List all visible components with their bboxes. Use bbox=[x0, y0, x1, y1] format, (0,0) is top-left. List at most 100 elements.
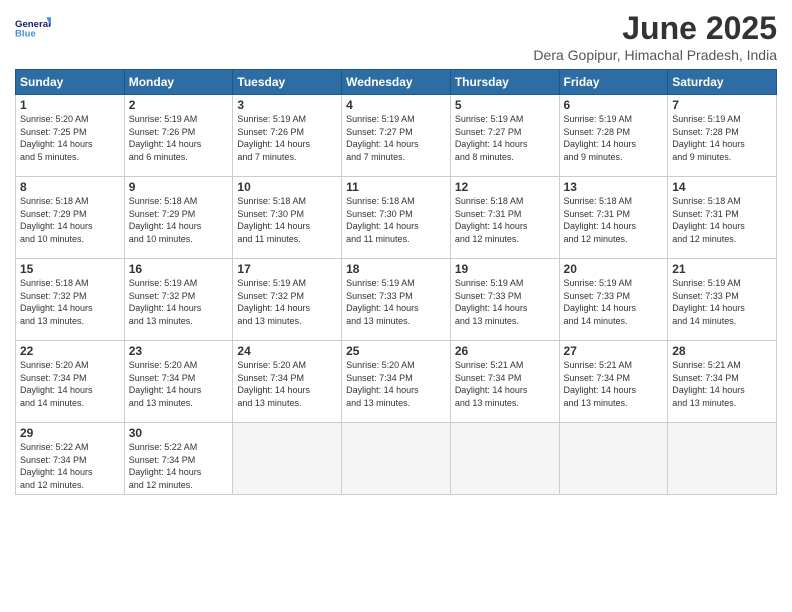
day-info: Sunrise: 5:18 AMSunset: 7:32 PMDaylight:… bbox=[20, 277, 120, 327]
calendar-cell: 10Sunrise: 5:18 AMSunset: 7:30 PMDayligh… bbox=[233, 177, 342, 259]
day-info: Sunrise: 5:19 AMSunset: 7:33 PMDaylight:… bbox=[564, 277, 664, 327]
day-number: 4 bbox=[346, 98, 446, 112]
logo: General Blue bbox=[15, 10, 51, 46]
day-number: 14 bbox=[672, 180, 772, 194]
day-info: Sunrise: 5:19 AMSunset: 7:33 PMDaylight:… bbox=[672, 277, 772, 327]
day-info: Sunrise: 5:19 AMSunset: 7:32 PMDaylight:… bbox=[237, 277, 337, 327]
day-number: 18 bbox=[346, 262, 446, 276]
calendar-cell bbox=[559, 423, 668, 495]
day-number: 17 bbox=[237, 262, 337, 276]
day-info: Sunrise: 5:20 AMSunset: 7:34 PMDaylight:… bbox=[346, 359, 446, 409]
calendar-subtitle: Dera Gopipur, Himachal Pradesh, India bbox=[533, 47, 777, 63]
calendar-cell: 3Sunrise: 5:19 AMSunset: 7:26 PMDaylight… bbox=[233, 95, 342, 177]
calendar-cell: 20Sunrise: 5:19 AMSunset: 7:33 PMDayligh… bbox=[559, 259, 668, 341]
day-number: 24 bbox=[237, 344, 337, 358]
calendar-cell: 23Sunrise: 5:20 AMSunset: 7:34 PMDayligh… bbox=[124, 341, 233, 423]
day-number: 26 bbox=[455, 344, 555, 358]
day-info: Sunrise: 5:18 AMSunset: 7:31 PMDaylight:… bbox=[455, 195, 555, 245]
calendar-cell: 4Sunrise: 5:19 AMSunset: 7:27 PMDaylight… bbox=[342, 95, 451, 177]
calendar-cell: 2Sunrise: 5:19 AMSunset: 7:26 PMDaylight… bbox=[124, 95, 233, 177]
day-info: Sunrise: 5:21 AMSunset: 7:34 PMDaylight:… bbox=[672, 359, 772, 409]
day-number: 8 bbox=[20, 180, 120, 194]
weekday-header: Monday bbox=[124, 70, 233, 95]
calendar-cell: 13Sunrise: 5:18 AMSunset: 7:31 PMDayligh… bbox=[559, 177, 668, 259]
calendar-week-row: 22Sunrise: 5:20 AMSunset: 7:34 PMDayligh… bbox=[16, 341, 777, 423]
calendar-week-row: 29Sunrise: 5:22 AMSunset: 7:34 PMDayligh… bbox=[16, 423, 777, 495]
calendar-cell: 19Sunrise: 5:19 AMSunset: 7:33 PMDayligh… bbox=[450, 259, 559, 341]
day-number: 12 bbox=[455, 180, 555, 194]
calendar-cell: 7Sunrise: 5:19 AMSunset: 7:28 PMDaylight… bbox=[668, 95, 777, 177]
calendar-cell: 14Sunrise: 5:18 AMSunset: 7:31 PMDayligh… bbox=[668, 177, 777, 259]
day-info: Sunrise: 5:20 AMSunset: 7:34 PMDaylight:… bbox=[20, 359, 120, 409]
page: General Blue June 2025 Dera Gopipur, Him… bbox=[0, 0, 792, 612]
day-number: 23 bbox=[129, 344, 229, 358]
day-number: 9 bbox=[129, 180, 229, 194]
calendar-cell: 9Sunrise: 5:18 AMSunset: 7:29 PMDaylight… bbox=[124, 177, 233, 259]
calendar-week-row: 8Sunrise: 5:18 AMSunset: 7:29 PMDaylight… bbox=[16, 177, 777, 259]
day-info: Sunrise: 5:18 AMSunset: 7:29 PMDaylight:… bbox=[20, 195, 120, 245]
day-info: Sunrise: 5:18 AMSunset: 7:31 PMDaylight:… bbox=[564, 195, 664, 245]
calendar-cell: 16Sunrise: 5:19 AMSunset: 7:32 PMDayligh… bbox=[124, 259, 233, 341]
calendar-week-row: 1Sunrise: 5:20 AMSunset: 7:25 PMDaylight… bbox=[16, 95, 777, 177]
day-info: Sunrise: 5:18 AMSunset: 7:29 PMDaylight:… bbox=[129, 195, 229, 245]
weekday-header: Sunday bbox=[16, 70, 125, 95]
calendar-cell: 21Sunrise: 5:19 AMSunset: 7:33 PMDayligh… bbox=[668, 259, 777, 341]
day-info: Sunrise: 5:19 AMSunset: 7:26 PMDaylight:… bbox=[129, 113, 229, 163]
day-info: Sunrise: 5:19 AMSunset: 7:33 PMDaylight:… bbox=[346, 277, 446, 327]
day-number: 7 bbox=[672, 98, 772, 112]
calendar-cell: 27Sunrise: 5:21 AMSunset: 7:34 PMDayligh… bbox=[559, 341, 668, 423]
day-number: 13 bbox=[564, 180, 664, 194]
day-info: Sunrise: 5:21 AMSunset: 7:34 PMDaylight:… bbox=[455, 359, 555, 409]
calendar-cell: 8Sunrise: 5:18 AMSunset: 7:29 PMDaylight… bbox=[16, 177, 125, 259]
day-number: 6 bbox=[564, 98, 664, 112]
day-number: 3 bbox=[237, 98, 337, 112]
weekday-header: Friday bbox=[559, 70, 668, 95]
calendar-cell: 18Sunrise: 5:19 AMSunset: 7:33 PMDayligh… bbox=[342, 259, 451, 341]
day-info: Sunrise: 5:18 AMSunset: 7:30 PMDaylight:… bbox=[346, 195, 446, 245]
calendar-cell: 24Sunrise: 5:20 AMSunset: 7:34 PMDayligh… bbox=[233, 341, 342, 423]
calendar-cell: 12Sunrise: 5:18 AMSunset: 7:31 PMDayligh… bbox=[450, 177, 559, 259]
svg-text:Blue: Blue bbox=[15, 28, 36, 39]
calendar-cell: 26Sunrise: 5:21 AMSunset: 7:34 PMDayligh… bbox=[450, 341, 559, 423]
day-number: 5 bbox=[455, 98, 555, 112]
day-info: Sunrise: 5:20 AMSunset: 7:34 PMDaylight:… bbox=[129, 359, 229, 409]
calendar-cell bbox=[450, 423, 559, 495]
day-info: Sunrise: 5:21 AMSunset: 7:34 PMDaylight:… bbox=[564, 359, 664, 409]
calendar-cell: 25Sunrise: 5:20 AMSunset: 7:34 PMDayligh… bbox=[342, 341, 451, 423]
day-number: 20 bbox=[564, 262, 664, 276]
day-info: Sunrise: 5:20 AMSunset: 7:34 PMDaylight:… bbox=[237, 359, 337, 409]
weekday-header: Saturday bbox=[668, 70, 777, 95]
weekday-header: Wednesday bbox=[342, 70, 451, 95]
day-info: Sunrise: 5:18 AMSunset: 7:31 PMDaylight:… bbox=[672, 195, 772, 245]
day-info: Sunrise: 5:20 AMSunset: 7:25 PMDaylight:… bbox=[20, 113, 120, 163]
calendar-header-row: SundayMondayTuesdayWednesdayThursdayFrid… bbox=[16, 70, 777, 95]
calendar-cell: 17Sunrise: 5:19 AMSunset: 7:32 PMDayligh… bbox=[233, 259, 342, 341]
day-number: 19 bbox=[455, 262, 555, 276]
day-info: Sunrise: 5:22 AMSunset: 7:34 PMDaylight:… bbox=[129, 441, 229, 491]
logo-svg: General Blue bbox=[15, 10, 51, 46]
day-info: Sunrise: 5:18 AMSunset: 7:30 PMDaylight:… bbox=[237, 195, 337, 245]
header: General Blue June 2025 Dera Gopipur, Him… bbox=[15, 10, 777, 63]
calendar-cell bbox=[342, 423, 451, 495]
day-info: Sunrise: 5:19 AMSunset: 7:28 PMDaylight:… bbox=[564, 113, 664, 163]
day-number: 27 bbox=[564, 344, 664, 358]
weekday-header: Thursday bbox=[450, 70, 559, 95]
calendar-table: SundayMondayTuesdayWednesdayThursdayFrid… bbox=[15, 69, 777, 495]
day-number: 22 bbox=[20, 344, 120, 358]
day-number: 25 bbox=[346, 344, 446, 358]
day-number: 10 bbox=[237, 180, 337, 194]
day-info: Sunrise: 5:22 AMSunset: 7:34 PMDaylight:… bbox=[20, 441, 120, 491]
calendar-cell: 28Sunrise: 5:21 AMSunset: 7:34 PMDayligh… bbox=[668, 341, 777, 423]
calendar-cell: 11Sunrise: 5:18 AMSunset: 7:30 PMDayligh… bbox=[342, 177, 451, 259]
day-info: Sunrise: 5:19 AMSunset: 7:26 PMDaylight:… bbox=[237, 113, 337, 163]
calendar-cell: 15Sunrise: 5:18 AMSunset: 7:32 PMDayligh… bbox=[16, 259, 125, 341]
calendar-cell: 29Sunrise: 5:22 AMSunset: 7:34 PMDayligh… bbox=[16, 423, 125, 495]
day-number: 30 bbox=[129, 426, 229, 440]
calendar-title: June 2025 bbox=[533, 10, 777, 47]
calendar-cell: 6Sunrise: 5:19 AMSunset: 7:28 PMDaylight… bbox=[559, 95, 668, 177]
day-number: 2 bbox=[129, 98, 229, 112]
day-info: Sunrise: 5:19 AMSunset: 7:32 PMDaylight:… bbox=[129, 277, 229, 327]
calendar-cell: 22Sunrise: 5:20 AMSunset: 7:34 PMDayligh… bbox=[16, 341, 125, 423]
day-info: Sunrise: 5:19 AMSunset: 7:27 PMDaylight:… bbox=[346, 113, 446, 163]
calendar-cell: 1Sunrise: 5:20 AMSunset: 7:25 PMDaylight… bbox=[16, 95, 125, 177]
